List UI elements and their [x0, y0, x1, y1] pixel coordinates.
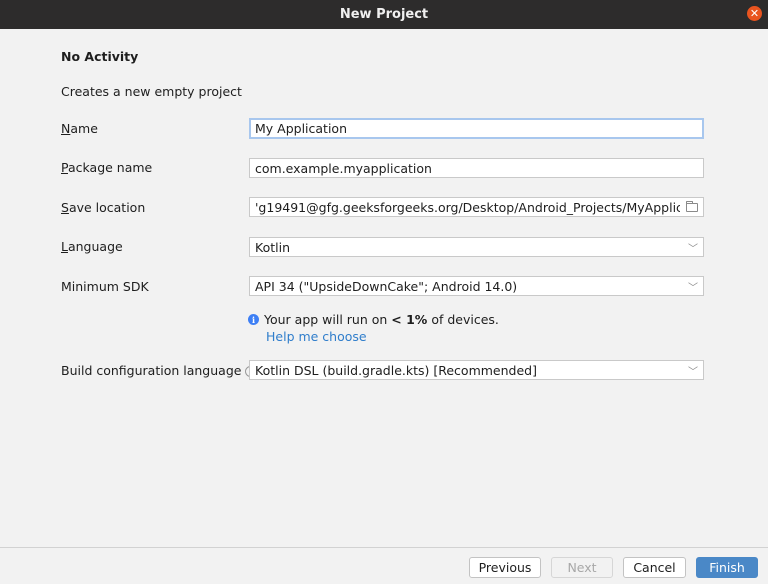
template-description: Creates a new empty project: [61, 84, 242, 99]
help-me-choose-link[interactable]: Help me choose: [266, 329, 367, 344]
title-bar: New Project ✕: [0, 0, 768, 29]
next-button[interactable]: Next: [551, 557, 613, 578]
language-label: Language: [61, 239, 123, 254]
name-label-mnemonic: N: [61, 121, 71, 136]
close-button[interactable]: ✕: [747, 6, 762, 21]
save-location-label-mnemonic: S: [61, 200, 69, 215]
package-name-label: Package name: [61, 160, 152, 175]
sdk-info-prefix: Your app will run on: [264, 312, 392, 327]
language-dropdown[interactable]: Kotlin ﹀: [249, 237, 704, 257]
minimum-sdk-dropdown[interactable]: API 34 ("UpsideDownCake"; Android 14.0) …: [249, 276, 704, 296]
minimum-sdk-value: API 34 ("UpsideDownCake"; Android 14.0): [255, 278, 518, 294]
chevron-down-icon: ﹀: [688, 366, 698, 378]
template-heading: No Activity: [61, 49, 139, 64]
language-value: Kotlin: [255, 239, 290, 255]
save-location-field[interactable]: [249, 197, 704, 217]
save-location-label-text: ave location: [68, 200, 146, 215]
sdk-coverage-info: i Your app will run on < 1% of devices.: [248, 312, 499, 327]
build-config-language-value: Kotlin DSL (build.gradle.kts) [Recommend…: [255, 362, 537, 378]
chevron-down-icon: ﹀: [688, 282, 698, 294]
cancel-button[interactable]: Cancel: [623, 557, 686, 578]
build-config-language-label: Build configuration language?: [61, 363, 257, 378]
package-name-input[interactable]: [255, 160, 698, 176]
language-label-text: anguage: [67, 239, 123, 254]
name-input[interactable]: [255, 121, 698, 136]
package-name-field[interactable]: [249, 158, 704, 178]
close-icon: ✕: [749, 7, 760, 20]
sdk-info-percentage: < 1%: [391, 312, 428, 327]
minimum-sdk-label: Minimum SDK: [61, 279, 149, 294]
sdk-info-suffix: of devices.: [427, 312, 499, 327]
info-icon: i: [248, 314, 259, 325]
window-title: New Project: [339, 7, 429, 22]
footer-divider: [0, 547, 768, 548]
language-label-mnemonic: L: [61, 239, 68, 254]
name-label-text: ame: [70, 121, 98, 136]
package-name-label-mnemonic: P: [61, 160, 68, 175]
name-field[interactable]: [249, 118, 704, 139]
package-name-label-text: ackage name: [67, 160, 153, 175]
save-location-input[interactable]: [255, 199, 680, 215]
previous-button[interactable]: Previous: [469, 557, 541, 578]
build-config-language-label-text: Build configuration language: [61, 363, 242, 378]
build-config-language-dropdown[interactable]: Kotlin DSL (build.gradle.kts) [Recommend…: [249, 360, 704, 380]
save-location-label: Save location: [61, 200, 145, 215]
chevron-down-icon: ﹀: [688, 243, 698, 255]
finish-button[interactable]: Finish: [696, 557, 758, 578]
name-label: Name: [61, 121, 98, 136]
folder-icon[interactable]: [686, 200, 698, 212]
